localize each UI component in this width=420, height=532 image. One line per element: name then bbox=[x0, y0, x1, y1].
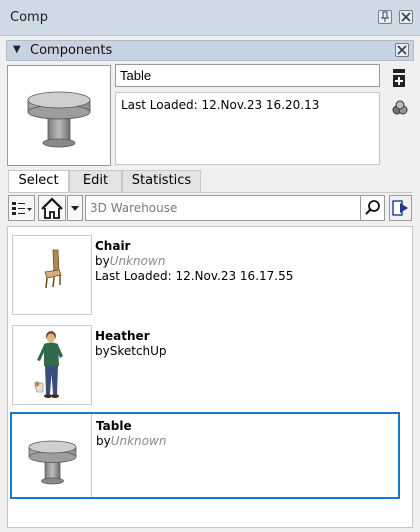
item-author: Unknown bbox=[110, 434, 167, 448]
display-secondary-pane-icon[interactable] bbox=[392, 68, 406, 91]
tab-label: Edit bbox=[82, 173, 109, 188]
item-thumbnail bbox=[12, 325, 92, 405]
item-text: Table byUnknown bbox=[96, 419, 166, 449]
tab-select[interactable]: Select bbox=[8, 170, 69, 193]
tab-label: Select bbox=[18, 173, 59, 188]
description-text: Last Loaded: 12.Nov.23 16.20.13 bbox=[121, 98, 320, 112]
list-item-heather[interactable]: Heather bySketchUp bbox=[11, 324, 397, 407]
list-item-chair[interactable]: Chair byUnknown Last Loaded: 12.Nov.23 1… bbox=[11, 234, 397, 317]
item-thumbnail bbox=[12, 235, 92, 315]
model-components-icon[interactable] bbox=[392, 100, 408, 119]
table-icon bbox=[28, 440, 77, 485]
tab-statistics[interactable]: Statistics bbox=[122, 170, 201, 192]
search-icon bbox=[365, 200, 380, 215]
list-item-table[interactable]: Table byUnknown bbox=[10, 412, 400, 499]
components-tray-header[interactable]: ▼ Components bbox=[6, 40, 414, 61]
chevron-down-icon bbox=[71, 206, 79, 211]
home-button[interactable] bbox=[38, 195, 66, 221]
search-box[interactable] bbox=[85, 195, 385, 221]
collapse-triangle-icon[interactable]: ▼ bbox=[13, 44, 21, 55]
chair-icon bbox=[44, 249, 62, 289]
window-title: Comp bbox=[10, 10, 48, 25]
tray-title: Components bbox=[30, 43, 113, 58]
component-description[interactable]: Last Loaded: 12.Nov.23 16.20.13 bbox=[115, 92, 380, 165]
close-icon[interactable] bbox=[399, 10, 413, 24]
component-preview bbox=[7, 65, 111, 166]
tab-label: Statistics bbox=[131, 173, 192, 188]
tray-close-icon[interactable] bbox=[395, 43, 409, 57]
list-view-icon bbox=[12, 202, 32, 215]
tab-edit[interactable]: Edit bbox=[69, 170, 122, 192]
search-input[interactable] bbox=[86, 196, 361, 220]
item-author-line: byUnknown bbox=[96, 434, 166, 449]
item-thumbnail bbox=[12, 414, 92, 497]
item-loaded: Last Loaded: 12.Nov.23 16.17.55 bbox=[95, 269, 294, 283]
item-text: Heather bySketchUp bbox=[95, 329, 167, 359]
search-button[interactable] bbox=[360, 196, 384, 220]
details-button[interactable] bbox=[389, 195, 412, 221]
view-options-button[interactable] bbox=[8, 195, 35, 221]
item-by: bySketchUp bbox=[95, 344, 167, 358]
item-text: Chair byUnknown Last Loaded: 12.Nov.23 1… bbox=[95, 239, 293, 284]
pin-icon[interactable] bbox=[378, 10, 392, 24]
item-author: Unknown bbox=[109, 254, 166, 268]
home-icon bbox=[41, 197, 63, 219]
table-preview-icon bbox=[27, 91, 91, 148]
tab-divider bbox=[8, 192, 412, 193]
item-name: Heather bbox=[95, 329, 150, 343]
details-arrow-icon bbox=[392, 200, 408, 216]
item-name: Table bbox=[96, 419, 132, 433]
item-by: by bbox=[96, 434, 111, 448]
window-titlebar: Comp bbox=[0, 0, 420, 36]
component-name-field[interactable] bbox=[115, 64, 380, 87]
person-icon bbox=[34, 331, 63, 398]
item-author-line: byUnknown bbox=[95, 254, 293, 269]
item-name: Chair bbox=[95, 239, 131, 253]
navigation-dropdown-button[interactable] bbox=[67, 195, 83, 221]
component-list[interactable]: Chair byUnknown Last Loaded: 12.Nov.23 1… bbox=[7, 226, 413, 528]
item-by: by bbox=[95, 254, 110, 268]
